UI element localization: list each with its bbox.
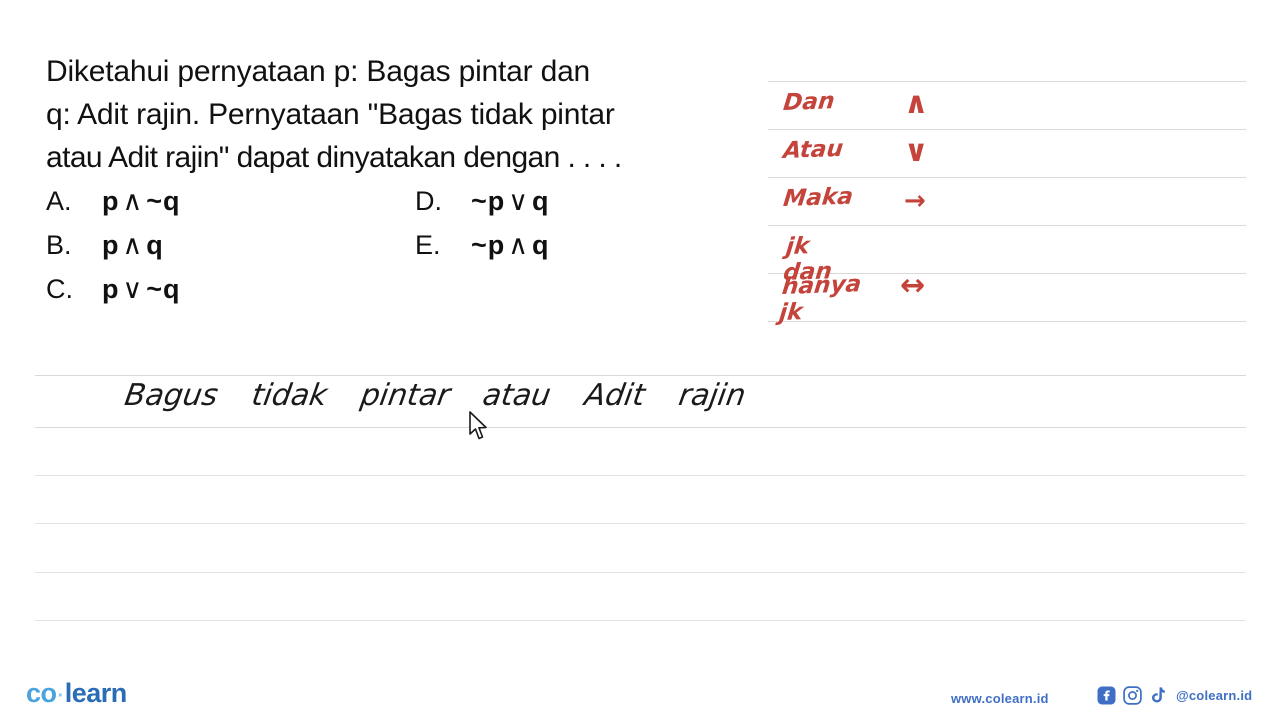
rule-line-full-3 bbox=[35, 475, 1246, 476]
legend-symbol-biconditional: ↔ bbox=[900, 268, 926, 303]
option-c-right: ~q bbox=[146, 274, 181, 304]
option-b-left: p bbox=[102, 230, 120, 260]
legend-row-dan: Dan ∧ bbox=[782, 86, 1082, 134]
option-c[interactable]: C. p ∨ ~q bbox=[46, 274, 181, 305]
option-b-letter: B. bbox=[46, 230, 72, 260]
legend-symbol-implication: → bbox=[904, 186, 926, 216]
option-b-expression: p ∧ q bbox=[102, 230, 164, 261]
option-b-right: q bbox=[146, 230, 164, 260]
option-c-operator: ∨ bbox=[122, 274, 144, 304]
option-d-right: q bbox=[532, 186, 550, 216]
answer-word-6: rajin bbox=[675, 378, 748, 413]
worksheet-page: Diketahui pernyataan p: Bagas pintar dan… bbox=[0, 0, 1280, 720]
option-d-operator: ∨ bbox=[508, 186, 530, 216]
option-a-operator: ∧ bbox=[122, 186, 144, 216]
option-a-expression: p ∧ ~q bbox=[102, 186, 181, 217]
answer-word-3: pintar bbox=[357, 378, 453, 413]
options-row-2: B. p ∧ q E. ~p ∧ q bbox=[46, 230, 746, 274]
option-e-letter: E. bbox=[415, 230, 441, 260]
answer-word-5: Adit bbox=[582, 378, 648, 413]
legend-word-atau: Atau bbox=[782, 135, 845, 164]
option-b-operator: ∧ bbox=[122, 230, 144, 260]
rule-line-full-6 bbox=[35, 620, 1246, 621]
option-d-expression: ~p ∨ q bbox=[471, 186, 550, 217]
question-line-2: q: Adit rajin. Pernyataan "Bagas tidak p… bbox=[46, 98, 615, 131]
facebook-icon[interactable] bbox=[1097, 686, 1116, 705]
legend-word-dan: Dan bbox=[782, 88, 836, 116]
option-a[interactable]: A. p ∧ ~q bbox=[46, 186, 181, 217]
answer-word-2: tidak bbox=[248, 378, 330, 413]
answer-word-1: Bagus bbox=[122, 378, 221, 413]
logo-text-learn: learn bbox=[64, 678, 128, 708]
footer-social-links: @colearn.id bbox=[1097, 686, 1252, 705]
option-a-right: ~q bbox=[146, 186, 181, 216]
options-row-3: C. p ∨ ~q bbox=[46, 274, 746, 318]
mouse-cursor-icon bbox=[469, 411, 487, 440]
option-e-left: ~p bbox=[471, 230, 506, 260]
option-a-letter: A. bbox=[46, 186, 72, 216]
colearn-logo[interactable]: co·learn bbox=[26, 678, 127, 709]
rule-line-right-1 bbox=[768, 81, 1246, 82]
instagram-icon[interactable] bbox=[1123, 686, 1142, 705]
rule-line-full-1 bbox=[35, 375, 1246, 376]
legend-symbol-conjunction: ∧ bbox=[904, 86, 929, 121]
option-e-operator: ∧ bbox=[508, 230, 530, 260]
options-list: A. p ∧ ~q D. ~p ∨ q B. p ∧ q E. ~p ∧ q C. p ∨ ~q bbox=[46, 186, 746, 318]
option-e-right: q bbox=[532, 230, 550, 260]
question-line-3: atau Adit rajin" dapat dinyatakan dengan… bbox=[46, 141, 622, 174]
handwritten-answer: Bagus tidak pintar atau Adit rajin bbox=[122, 378, 779, 413]
rule-line-full-2 bbox=[35, 427, 1246, 428]
rule-line-full-5 bbox=[35, 572, 1246, 573]
option-d-left: ~p bbox=[471, 186, 506, 216]
question-text: Diketahui pernyataan p: Bagas pintar dan… bbox=[46, 50, 756, 179]
footer-social-handle[interactable]: @colearn.id bbox=[1176, 688, 1252, 703]
legend-symbol-disjunction: ∨ bbox=[904, 134, 929, 169]
logo-text-co: co bbox=[26, 678, 57, 708]
answer-word-4: atau bbox=[480, 378, 554, 413]
logic-symbol-legend: Dan ∧ Atau ∨ Maka → jk dan hanya jk ↔ bbox=[778, 86, 1082, 326]
legend-word-hanya-jk: hanya jk bbox=[778, 271, 863, 326]
option-e[interactable]: E. ~p ∧ q bbox=[415, 230, 550, 261]
option-a-left: p bbox=[102, 186, 120, 216]
option-c-expression: p ∨ ~q bbox=[102, 274, 181, 305]
question-line-1: Diketahui pernyataan p: Bagas pintar dan bbox=[46, 55, 591, 88]
option-c-left: p bbox=[102, 274, 120, 304]
legend-word-maka: Maka bbox=[782, 183, 855, 212]
option-d[interactable]: D. ~p ∨ q bbox=[415, 186, 550, 217]
footer-website-url[interactable]: www.colearn.id bbox=[951, 691, 1049, 706]
logo-dot: · bbox=[57, 685, 65, 707]
legend-row-atau: Atau ∨ bbox=[782, 134, 1082, 182]
option-c-letter: C. bbox=[46, 274, 73, 304]
option-d-letter: D. bbox=[415, 186, 442, 216]
option-e-expression: ~p ∧ q bbox=[471, 230, 550, 261]
legend-row-maka: Maka → bbox=[782, 182, 1082, 230]
tiktok-icon[interactable] bbox=[1149, 686, 1166, 705]
options-row-1: A. p ∧ ~q D. ~p ∨ q bbox=[46, 186, 746, 230]
option-b[interactable]: B. p ∧ q bbox=[46, 230, 164, 261]
rule-line-full-4 bbox=[35, 523, 1246, 524]
